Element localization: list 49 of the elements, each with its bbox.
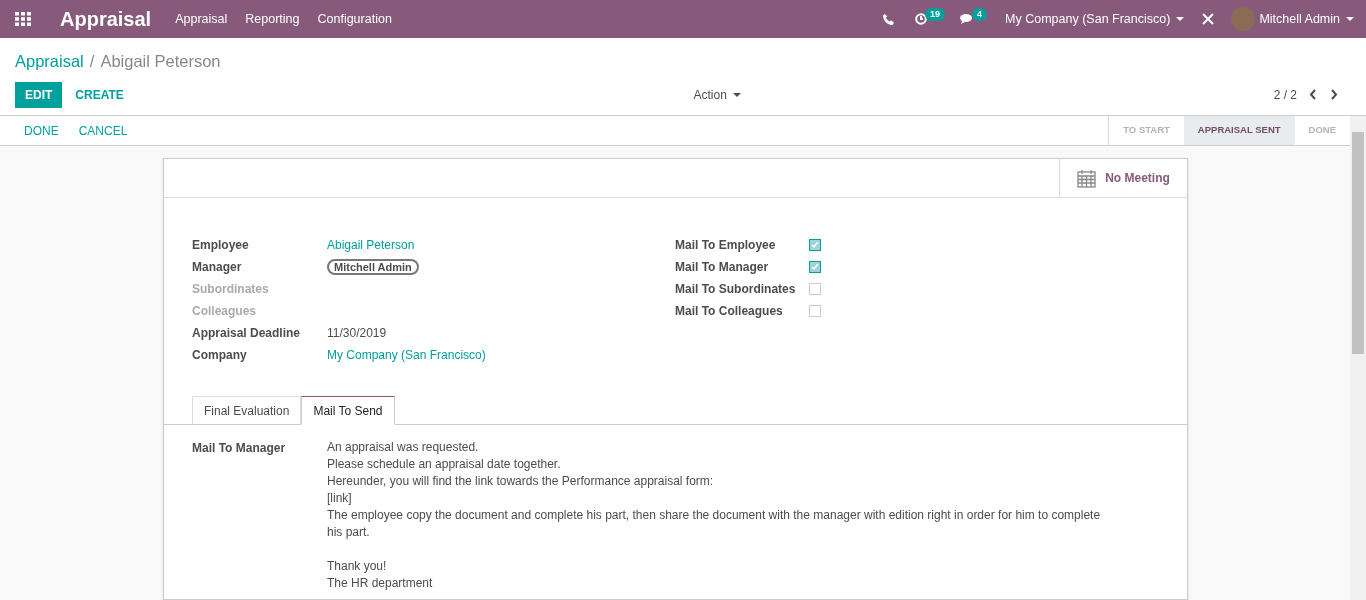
field-label: Colleagues [192,303,258,320]
edit-button[interactable]: EDIT [15,81,63,108]
field-label: Appraisal Deadline [192,325,302,342]
field-label: Mail To Subordinates [675,281,797,298]
breadcrumb-separator: / [89,51,95,72]
checkbox[interactable] [809,283,821,295]
field-label: Employee [192,237,250,254]
checkbox[interactable] [809,261,821,273]
field-label: Subordinates [192,281,270,298]
meeting-smart-button[interactable]: No Meeting [1059,159,1187,197]
field-label: Mail To Colleagues [675,303,784,320]
checkbox[interactable] [809,305,821,317]
create-button[interactable]: CREATE [62,81,137,108]
company-switcher[interactable]: My Company (San Francisco) [1005,9,1185,29]
pager-value: 2 / 2 [1273,86,1297,104]
notebook-tab[interactable]: Mail To Send [301,396,395,425]
activity-badge: 19 [925,8,946,21]
field-label: Manager [192,259,243,276]
notebook-tab[interactable]: Final Evaluation [192,396,302,425]
breadcrumb-current: Abigail Peterson [100,51,221,72]
field-label: Mail To Employee [675,237,777,254]
checkbox[interactable] [809,239,821,251]
field-link[interactable]: Abigail Peterson [327,236,415,254]
phone-icon[interactable] [883,13,895,25]
chat-icon[interactable] [960,13,975,25]
field-value: 11/30/2019 [327,325,387,342]
user-avatar [1231,7,1256,31]
mail-body: An appraisal was requested. Please schedule an appraisal date together. Hereunder, you will find the link towards the Performance appraisal form: [link] The employee copy the document and complete his part, then share the document with the manager with edition right in order for him to complete his part. Thank you! The HR department [327,439,1102,592]
message-badge: 4 [972,8,988,21]
breadcrumb-link[interactable]: Appraisal [15,49,84,74]
next-icon[interactable] [1330,89,1338,101]
app-title: Appraisal [60,7,152,32]
header-button[interactable]: CANCEL [68,116,138,145]
menu-item[interactable]: Configuration [317,9,392,29]
calendar-icon [1077,168,1097,188]
status-stage[interactable]: APPRAISAL SENT [1183,116,1295,145]
menu-item[interactable]: Appraisal [175,9,228,29]
action-dropdown[interactable]: Action [693,85,741,104]
clock-icon[interactable] [915,13,928,25]
field-link[interactable]: My Company (San Francisco) [327,346,486,364]
manager-tag[interactable]: Mitchell Admin [327,259,419,275]
field-label: Mail To Manager [192,440,287,457]
user-menu[interactable]: Mitchell Admin [1259,9,1354,29]
menu-item[interactable]: Reporting [245,9,300,29]
field-label: Company [192,347,248,364]
previous-icon[interactable] [1309,89,1317,101]
field-label: Mail To Manager [675,259,770,276]
header-button[interactable]: DONE [14,116,69,145]
apps-menu-icon[interactable] [15,12,31,26]
